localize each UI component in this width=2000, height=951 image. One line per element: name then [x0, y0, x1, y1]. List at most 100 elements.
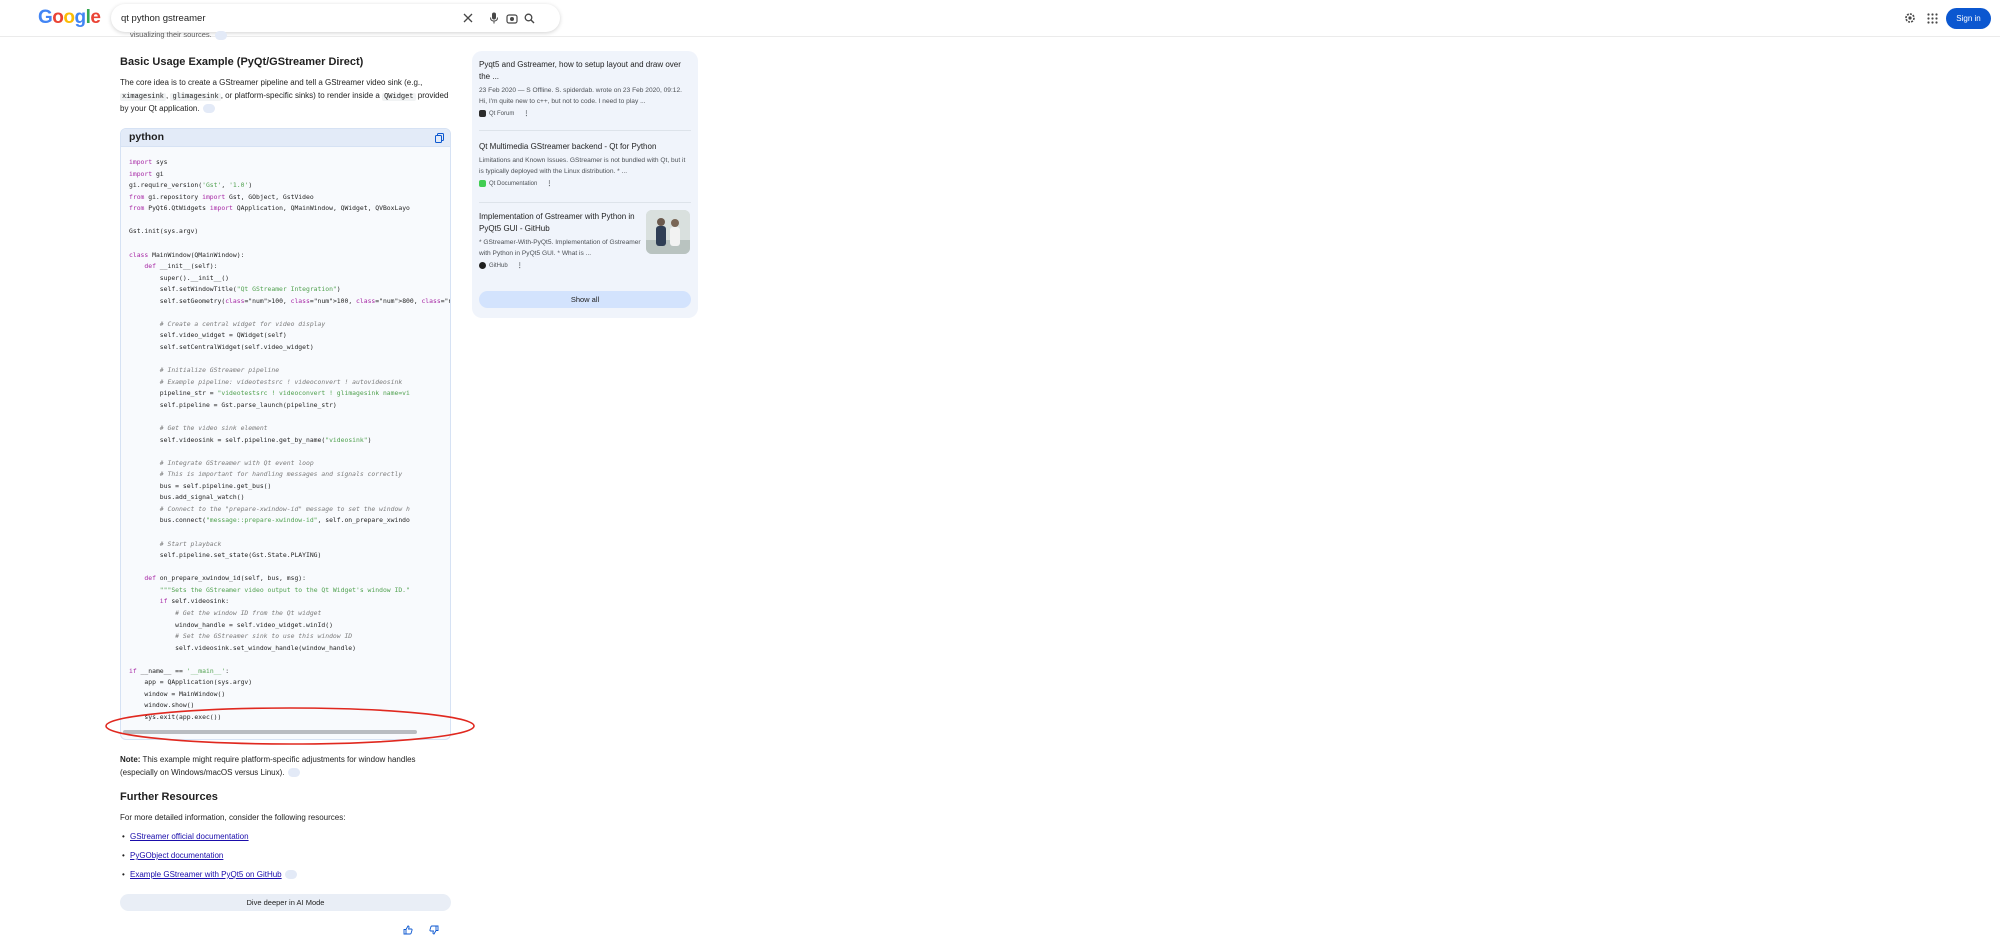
code-block-header: python [121, 129, 450, 147]
divider [479, 202, 691, 203]
source-card-title[interactable]: Pyqt5 and Gstreamer, how to setup layout… [479, 59, 691, 83]
red-annotation-ellipse [105, 707, 475, 745]
code-line: def __init__(self): [144, 262, 218, 271]
code-line: # Create a central widget for video disp… [129, 319, 326, 328]
code-line: pipeline_str = "videotestsrc ! videoconv… [129, 389, 410, 398]
code-line: self.setCentralWidget(self.video_widget) [129, 343, 314, 351]
code-line: # Example pipeline: videotestsrc ! video… [129, 377, 403, 386]
code-line: # This is important for handling message… [129, 470, 403, 479]
clear-icon[interactable] [460, 10, 476, 26]
faded-previous-text: visualizing their sources. [130, 30, 227, 40]
code-line: self.videosink = self.pipeline.get_by_na… [129, 435, 372, 444]
code-line: if self.videosink: [159, 597, 230, 606]
code-line: self.video_widget = QWidget(self) [129, 331, 287, 340]
github-favicon-icon [479, 262, 486, 269]
search-icon[interactable] [521, 10, 537, 26]
code-line: # Initialize GStreamer pipeline [129, 366, 280, 375]
source-card-thumbnail[interactable] [646, 210, 690, 254]
dive-deeper-button[interactable]: Dive deeper in AI Mode [120, 894, 451, 911]
google-logo[interactable]: Google [38, 7, 101, 29]
camera-lens-icon[interactable] [504, 10, 520, 26]
code-block: python import sys import gi gi.require_ver… [120, 128, 451, 740]
inline-code: glimagesink [170, 92, 221, 101]
code-line: bus.connect("message::prepare-xwindow-id… [129, 516, 410, 525]
list-item: GStreamer official documentation [122, 831, 297, 850]
divider [479, 130, 691, 131]
sign-in-button[interactable]: Sign in [1946, 8, 1991, 29]
code-line: bus = self.pipeline.get_bus() [129, 481, 272, 490]
code-line: self.pipeline = Gst.parse_launch(pipelin… [129, 400, 337, 409]
thumbs-down-icon[interactable] [427, 923, 441, 937]
more-options-icon[interactable]: ⋮ [517, 262, 523, 269]
source-card-snippet: Limitations and Known Issues. GStreamer … [479, 157, 686, 175]
code-line: # Get the video sink element [129, 423, 268, 432]
section-heading: Basic Usage Example (PyQt/GStreamer Dire… [120, 56, 364, 68]
link-icon[interactable] [214, 30, 227, 40]
apps-grid-icon[interactable] [1924, 10, 1940, 26]
more-options-icon[interactable]: ⋮ [546, 180, 552, 187]
settings-gear-icon[interactable] [1902, 10, 1918, 26]
header: Google Sign in [0, 0, 2000, 37]
microphone-icon[interactable] [486, 10, 502, 26]
further-intro: For more detailed information, consider … [120, 813, 346, 822]
code-language-label: python [129, 131, 164, 143]
source-card-snippet: 23 Feb 2020 — S Offline. S. spiderdab. w… [479, 87, 682, 105]
code-line: self.pipeline.set_state(Gst.State.PLAYIN… [129, 551, 322, 560]
code-line: # Integrate GStreamer with Qt event loop [129, 458, 314, 467]
resource-link[interactable]: GStreamer official documentation [130, 832, 249, 841]
resources-list: GStreamer official documentation PyGObje… [122, 831, 297, 888]
source-card-title[interactable]: Implementation of Gstreamer with Python … [479, 211, 642, 235]
show-all-button[interactable]: Show all [479, 291, 691, 308]
code-line: class MainWindow(QMainWindow): [129, 250, 245, 259]
resource-link[interactable]: PyGObject documentation [130, 851, 223, 860]
further-resources-heading: Further Resources [120, 791, 218, 803]
source-card[interactable]: Pyqt5 and Gstreamer, how to setup layout… [479, 59, 691, 117]
intro-paragraph: The core idea is to create a GStreamer p… [120, 78, 449, 114]
list-item: Example GStreamer with PyQt5 on GitHub [122, 869, 297, 888]
code-line: Gst.init(sys.argv) [129, 227, 199, 236]
source-card[interactable]: Qt Multimedia GStreamer backend - Qt for… [479, 141, 691, 187]
link-icon[interactable] [287, 767, 300, 777]
source-card-title[interactable]: Qt Multimedia GStreamer backend - Qt for… [479, 141, 691, 153]
source-card-source: Qt Forum ⋮ [479, 110, 691, 117]
code-line: """Sets the GStreamer video output to th… [159, 585, 410, 594]
code-line: bus.add_signal_watch() [129, 493, 245, 502]
link-icon[interactable] [202, 104, 215, 114]
source-card-source: Qt Documentation ⋮ [479, 180, 691, 187]
code-content: import sys import gi gi.require_version('G… [129, 157, 450, 724]
link-icon[interactable] [284, 870, 297, 880]
code-line: from gi.repository import Gst, GObject, … [129, 192, 314, 201]
code-line: # Start playback [129, 539, 222, 548]
inline-code: ximagesink [120, 92, 167, 101]
resource-link[interactable]: Example GStreamer with PyQt5 on GitHub [130, 870, 282, 879]
code-line: def on_prepare_xwindow_id(self, bus, msg… [144, 574, 306, 583]
search-input[interactable] [121, 9, 451, 27]
search-box [111, 4, 560, 32]
code-line: super().__init__() [129, 273, 230, 282]
thumbs-up-icon[interactable] [401, 923, 415, 937]
code-line: from PyQt6.QtWidgets import QApplication… [129, 204, 410, 213]
code-line: # Set the GStreamer sink to use this win… [129, 632, 353, 641]
code-line: import gi [129, 169, 164, 178]
more-options-icon[interactable]: ⋮ [523, 110, 529, 117]
code-line: # Connect to the "prepare-xwindow-id" me… [129, 504, 410, 513]
source-card[interactable]: Implementation of Gstreamer with Python … [479, 211, 642, 269]
code-line: window_handle = self.video_widget.winId(… [129, 620, 333, 629]
inline-code: QWidget [382, 92, 416, 101]
source-card-source: GitHub ⋮ [479, 262, 642, 269]
code-line: window = MainWindow() [129, 689, 226, 698]
code-line: app = QApplication(sys.argv) [129, 678, 253, 687]
code-line: self.setWindowTitle("Qt GStreamer Integr… [129, 285, 341, 294]
code-line: # Get the window ID from the Qt widget [129, 608, 322, 617]
sources-panel: Pyqt5 and Gstreamer, how to setup layout… [472, 51, 698, 318]
copy-icon[interactable] [433, 132, 445, 144]
